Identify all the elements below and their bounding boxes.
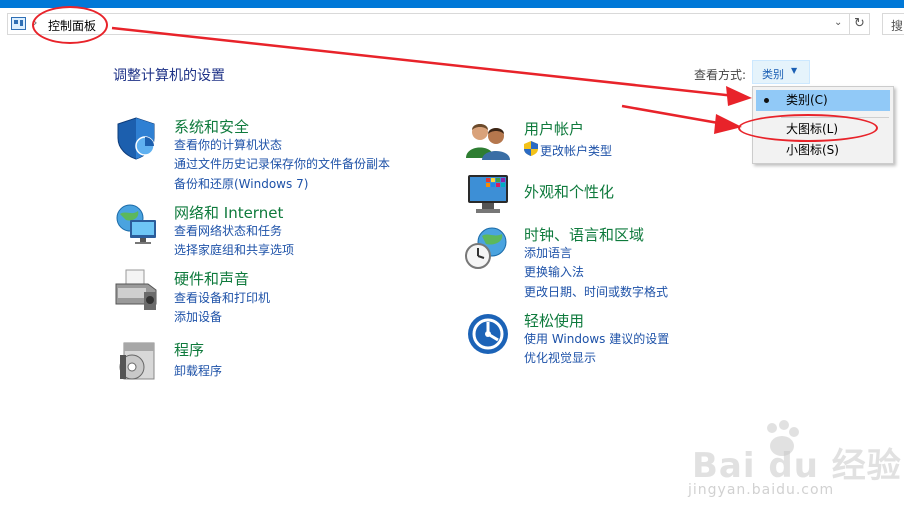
view-by-value: 类别 — [762, 68, 784, 81]
address-bar[interactable]: › 控制面板 ⌄ — [7, 13, 850, 35]
annotation-circle-breadcrumb — [32, 6, 108, 44]
window-top-bar — [0, 0, 904, 8]
uac-shield-icon — [524, 141, 538, 156]
programs-disc-icon[interactable] — [114, 339, 158, 383]
control-panel-icon — [11, 17, 26, 30]
chevron-down-icon: ▼ — [791, 66, 798, 75]
link-add-device[interactable]: 添加设备 — [174, 308, 222, 325]
monitor-colors-icon[interactable] — [466, 173, 510, 217]
category-title-clock-language-region[interactable]: 时钟、语言和区域 — [524, 224, 644, 245]
refresh-button[interactable]: ↻ — [850, 13, 870, 35]
category-title-ease-of-access[interactable]: 轻松使用 — [524, 310, 584, 331]
menu-item-small-icons[interactable]: 小图标(S) — [756, 140, 890, 161]
link-backup-restore[interactable]: 备份和还原(Windows 7) — [174, 175, 308, 192]
link-network-status[interactable]: 查看网络状态和任务 — [174, 222, 282, 239]
page-title: 调整计算机的设置 — [113, 68, 225, 84]
shield-icon[interactable] — [114, 116, 158, 160]
refresh-icon: ↻ — [854, 16, 865, 31]
category-title-programs[interactable]: 程序 — [174, 339, 204, 360]
menu-item-category[interactable]: 类别(C) — [756, 90, 890, 111]
menu-item-label: 小图标(S) — [786, 143, 839, 157]
link-view-computer-status[interactable]: 查看你的计算机状态 — [174, 136, 282, 153]
link-file-history[interactable]: 通过文件历史记录保存你的文件备份副本 — [174, 155, 390, 172]
link-change-input-method[interactable]: 更换输入法 — [524, 263, 584, 280]
view-by-label: 查看方式: — [694, 68, 747, 82]
category-title-system-security[interactable]: 系统和安全 — [174, 116, 249, 137]
link-change-date-time-format[interactable]: 更改日期、时间或数字格式 — [524, 283, 668, 300]
link-optimize-visual-display[interactable]: 优化视觉显示 — [524, 349, 596, 366]
annotation-circle-large-icons — [738, 114, 878, 142]
baidu-watermark-logo: Bai du 经验 — [692, 446, 902, 486]
network-globe-icon[interactable] — [114, 202, 158, 246]
link-devices-printers[interactable]: 查看设备和打印机 — [174, 289, 270, 306]
clock-globe-icon[interactable] — [464, 226, 508, 270]
category-title-user-accounts[interactable]: 用户帐户 — [524, 118, 584, 139]
link-homegroup[interactable]: 选择家庭组和共享选项 — [174, 241, 294, 258]
category-title-network-internet[interactable]: 网络和 Internet — [174, 202, 283, 223]
selected-bullet-icon — [764, 98, 769, 103]
baidu-watermark-url: jingyan.baidu.com — [688, 482, 835, 498]
search-input[interactable]: 搜 — [882, 13, 904, 35]
link-change-account-type[interactable]: 更改帐户类型 — [540, 142, 612, 159]
ease-of-access-icon[interactable] — [466, 312, 510, 356]
category-title-hardware-sound[interactable]: 硬件和声音 — [174, 268, 249, 289]
link-uninstall-program[interactable]: 卸载程序 — [174, 362, 222, 379]
link-windows-recommended-settings[interactable]: 使用 Windows 建议的设置 — [524, 330, 669, 347]
printer-icon[interactable] — [114, 268, 158, 312]
view-by-dropdown[interactable]: 类别 ▼ — [752, 60, 810, 84]
search-label: 搜 — [891, 19, 904, 33]
address-dropdown-icon[interactable]: ⌄ — [834, 17, 842, 28]
menu-item-label: 类别(C) — [786, 93, 828, 107]
link-add-language[interactable]: 添加语言 — [524, 244, 572, 261]
users-icon[interactable] — [466, 118, 510, 162]
category-title-appearance[interactable]: 外观和个性化 — [524, 181, 614, 202]
